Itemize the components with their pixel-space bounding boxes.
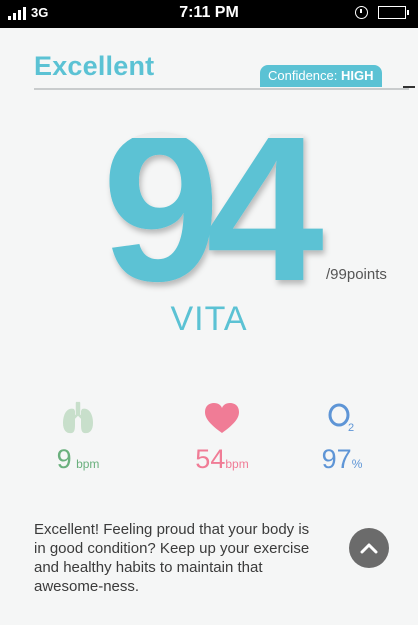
title-divider: [34, 88, 409, 90]
title-divider-end: [403, 86, 415, 88]
respiration-value: 9: [56, 444, 72, 474]
battery-icon: [378, 6, 409, 19]
score-value: 94: [102, 108, 323, 308]
heart-rate-metric: 54bpm: [172, 398, 272, 475]
svg-text:2: 2: [348, 422, 354, 434]
respiration-metric: 9 bpm: [28, 398, 128, 475]
score-description: Excellent! Feeling proud that your body …: [34, 521, 310, 595]
confidence-badge: Confidence: HIGH: [260, 65, 382, 87]
score-suffix: /99points: [326, 266, 387, 283]
confidence-label: Confidence:: [268, 68, 338, 83]
vita-screen: Excellent Confidence: HIGH 94 94 /99poin…: [0, 28, 418, 625]
expand-up-button[interactable]: [349, 528, 389, 568]
heart-rate-value: 54: [195, 444, 226, 474]
oxygen-icon: 2: [328, 403, 354, 434]
lungs-icon: [63, 401, 93, 434]
oxygen-unit: %: [351, 457, 363, 471]
oxygen-metric: 2 97%: [292, 398, 392, 475]
vita-label: VITA: [170, 300, 248, 338]
oxygen-value: 97: [321, 444, 352, 474]
respiration-unit: bpm: [76, 457, 100, 471]
heart-rate-unit: bpm: [225, 457, 249, 471]
chevron-up-icon: [360, 543, 378, 554]
status-bar: 3G 7:11 PM: [0, 0, 418, 28]
clock-icon: [355, 6, 368, 19]
confidence-value: HIGH: [341, 68, 374, 83]
heart-icon: [205, 403, 239, 433]
rating-title: Excellent: [34, 51, 155, 81]
